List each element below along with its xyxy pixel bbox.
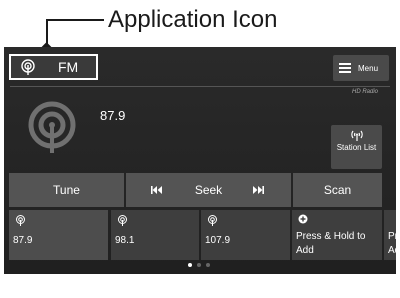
application-icon-button[interactable]: FM bbox=[9, 54, 98, 80]
callout-leader-line bbox=[46, 19, 104, 21]
partial-preset-button[interactable]: Press & Hold to Add bbox=[384, 210, 396, 260]
add-preset-label: Press & Hold to Add bbox=[296, 231, 366, 256]
radio-antenna-icon bbox=[16, 215, 25, 226]
scan-label: Scan bbox=[323, 183, 352, 197]
current-frequency: 87.9 bbox=[100, 108, 126, 123]
menu-button[interactable]: Menu bbox=[333, 55, 389, 81]
hd-radio-logo: HD Radio bbox=[352, 89, 379, 95]
application-icon-label: FM bbox=[58, 59, 79, 75]
add-preset-button[interactable]: Press & Hold to Add bbox=[292, 210, 382, 260]
preset-bar: 87.9 98.1 107.9 Press & Hold to Add P A bbox=[4, 210, 396, 260]
station-list-button[interactable]: Station List bbox=[331, 125, 382, 169]
scan-button[interactable]: Scan bbox=[293, 173, 382, 207]
control-bar: Tune Seek Scan bbox=[4, 173, 396, 207]
preset-button[interactable]: 107.9 bbox=[201, 210, 290, 260]
preset-button[interactable]: 87.9 bbox=[9, 210, 108, 260]
partial-preset-label: Press & Hold to Add bbox=[388, 231, 396, 256]
head-unit-screen: FM Menu HD Radio 87.9 Station List Tune … bbox=[4, 47, 396, 274]
page-indicator bbox=[188, 263, 210, 269]
radio-antenna-icon bbox=[118, 215, 127, 226]
page-dot bbox=[197, 263, 201, 267]
tune-label: Tune bbox=[53, 183, 80, 197]
preset-frequency: 87.9 bbox=[13, 235, 33, 246]
header-divider bbox=[10, 86, 390, 87]
preset-frequency: 107.9 bbox=[205, 235, 231, 246]
radio-broadcast-icon bbox=[28, 101, 76, 153]
broadcast-tower-icon bbox=[350, 130, 363, 141]
page-dot bbox=[206, 263, 210, 267]
seek-label: Seek bbox=[194, 183, 223, 197]
seek-button[interactable]: Seek bbox=[126, 173, 291, 207]
skip-previous-icon bbox=[151, 186, 162, 194]
preset-frequency: 98.1 bbox=[115, 235, 135, 246]
tune-button[interactable]: Tune bbox=[9, 173, 124, 207]
top-bar: FM Menu bbox=[4, 47, 396, 85]
menu-label: Menu bbox=[358, 63, 379, 73]
radio-antenna-icon bbox=[208, 215, 217, 226]
skip-next-icon bbox=[253, 186, 264, 194]
page-dot-active bbox=[188, 263, 192, 267]
add-circle-icon bbox=[298, 214, 308, 224]
radio-antenna-icon bbox=[21, 59, 35, 75]
hamburger-menu-icon bbox=[339, 63, 351, 73]
preset-button[interactable]: 98.1 bbox=[111, 210, 199, 260]
callout-label: Application Icon bbox=[108, 6, 278, 33]
station-list-label: Station List bbox=[336, 143, 377, 152]
